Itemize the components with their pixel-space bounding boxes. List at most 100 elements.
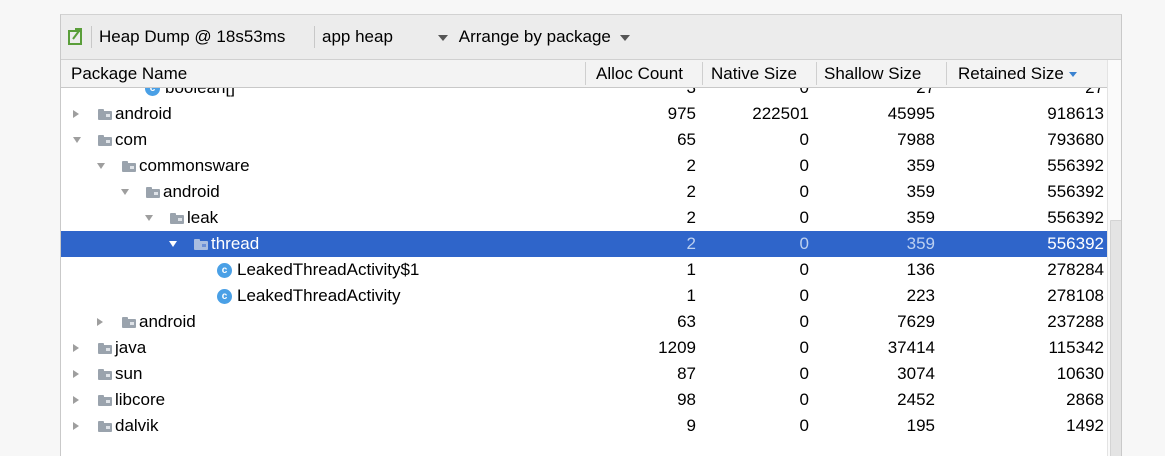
arrange-dropdown[interactable]: Arrange by package (438, 15, 630, 59)
expanded-arrow-icon[interactable] (73, 137, 81, 143)
expanded-arrow-icon[interactable] (121, 189, 129, 195)
node-name: com (115, 130, 148, 149)
alloc-count-cell: 63 (677, 312, 696, 331)
native-size-cell: 0 (799, 364, 809, 383)
table-row[interactable]: com 65 0 7988 793680 (61, 127, 1107, 153)
alloc-count-cell: 65 (677, 130, 696, 149)
alloc-count-cell: 9 (686, 416, 696, 435)
node-name: sun (115, 364, 143, 383)
node-name: dalvik (115, 416, 159, 435)
alloc-count-cell: 98 (677, 390, 696, 409)
native-size-cell: 0 (721, 88, 809, 101)
heap-selector[interactable]: app heap (322, 15, 393, 59)
retained-size-cell: 115342 (1048, 338, 1104, 357)
table-row[interactable]: dalvik 9 0 195 1492 (61, 413, 1107, 439)
shallow-size-cell: 45995 (887, 104, 935, 123)
node-name: LeakedThreadActivity$1 (237, 260, 420, 279)
node-name: java (115, 338, 147, 357)
alloc-count-cell: 2 (686, 182, 696, 201)
native-size-cell: 0 (799, 130, 809, 149)
heap-dump-panel: Heap Dump @ 18s53ms app heap Arrange by … (60, 14, 1122, 456)
heap-dump-label: Heap Dump @ 18s53ms (99, 27, 286, 46)
native-size-cell: 0 (799, 182, 809, 201)
table-row[interactable]: c LeakedThreadActivity 1 0 223 278108 (61, 283, 1107, 309)
class-icon: c (217, 289, 232, 304)
alloc-count-cell: 975 (667, 104, 696, 123)
package-icon (98, 369, 112, 380)
table-row[interactable]: android 2 0 359 556392 (61, 179, 1107, 205)
alloc-count-cell: 87 (677, 364, 696, 383)
column-native-size[interactable]: Native Size (711, 60, 797, 87)
node-name: commonsware (139, 156, 250, 175)
alloc-count-cell: 1 (686, 286, 696, 305)
column-alloc-count[interactable]: Alloc Count (596, 60, 683, 87)
alloc-count-cell: 2 (686, 234, 696, 253)
shallow-size-cell: 3074 (897, 364, 935, 383)
table-row[interactable]: commonsware 2 0 359 556392 (61, 153, 1107, 179)
retained-size-cell: 556392 (1047, 208, 1104, 227)
table-row[interactable]: libcore 98 0 2452 2868 (61, 387, 1107, 413)
retained-size-cell: 1492 (1066, 416, 1104, 435)
collapsed-arrow-icon[interactable] (73, 370, 79, 378)
package-tree: cboolean[]302727android97522250145995918… (61, 88, 1107, 456)
shallow-size-cell: 223 (906, 286, 935, 305)
native-size-cell: 0 (799, 156, 809, 175)
retained-size-cell: 278108 (1047, 286, 1104, 305)
collapsed-arrow-icon[interactable] (73, 344, 79, 352)
shallow-size-cell: 136 (906, 260, 935, 279)
toolbar: Heap Dump @ 18s53ms app heap Arrange by … (61, 15, 1121, 60)
arrange-label: Arrange by package (458, 27, 611, 46)
native-size-cell: 0 (799, 390, 809, 409)
collapsed-arrow-icon[interactable] (73, 422, 79, 430)
table-row[interactable]: sun 87 0 3074 10630 (61, 361, 1107, 387)
column-retained-size[interactable]: Retained Size (958, 60, 1077, 87)
retained-size-label: Retained Size (958, 64, 1064, 83)
column-package-name[interactable]: Package Name (71, 60, 187, 87)
retained-size-cell: 556392 (1047, 182, 1104, 201)
table-row[interactable]: c LeakedThreadActivity$1 1 0 136 278284 (61, 257, 1107, 283)
column-shallow-size[interactable]: Shallow Size (824, 60, 921, 87)
node-name: android (163, 182, 220, 201)
node-name: android (115, 104, 172, 123)
alloc-count-cell: 1209 (658, 338, 696, 357)
retained-size-cell: 918613 (1047, 104, 1104, 123)
native-size-cell: 222501 (752, 104, 809, 123)
collapsed-arrow-icon[interactable] (73, 396, 79, 404)
package-icon (122, 161, 136, 172)
native-size-cell: 0 (799, 338, 809, 357)
package-icon (170, 213, 184, 224)
table-row[interactable]: thread 2 0 359 556392 (61, 231, 1107, 257)
table-row[interactable]: android 63 0 7629 237288 (61, 309, 1107, 335)
collapsed-arrow-icon[interactable] (97, 318, 103, 326)
export-icon[interactable] (68, 27, 84, 45)
alloc-count-cell: 1 (686, 260, 696, 279)
node-name: thread (211, 234, 260, 253)
retained-size-cell: 27 (941, 88, 1104, 101)
scrollbar-thumb[interactable] (1110, 220, 1121, 456)
table-row[interactable]: leak 2 0 359 556392 (61, 205, 1107, 231)
table-row[interactable]: c boolean[] 3 0 27 27 (61, 88, 1107, 101)
node-name: leak (187, 208, 219, 227)
retained-size-cell: 278284 (1047, 260, 1104, 279)
retained-size-cell: 2868 (1066, 390, 1104, 409)
retained-size-cell: 556392 (1047, 234, 1104, 253)
shallow-size-cell: 195 (906, 416, 935, 435)
package-icon (98, 135, 112, 146)
shallow-size-cell: 359 (906, 208, 935, 227)
native-size-cell: 0 (799, 286, 809, 305)
native-size-cell: 0 (799, 260, 809, 279)
node-name: boolean[] (165, 88, 235, 101)
chevron-down-icon (619, 34, 630, 41)
chevron-down-icon (438, 34, 448, 41)
node-name: libcore (115, 390, 166, 409)
expanded-arrow-icon[interactable] (97, 163, 105, 169)
collapsed-arrow-icon[interactable] (73, 110, 79, 118)
table-row[interactable]: android 975 222501 45995 918613 (61, 101, 1107, 127)
node-name: android (139, 312, 196, 331)
expanded-arrow-icon[interactable] (145, 215, 153, 221)
table-row[interactable]: java 1209 0 37414 115342 (61, 335, 1107, 361)
alloc-count-cell: 2 (686, 156, 696, 175)
column-header: Package Name Alloc Count Native Size Sha… (61, 60, 1107, 88)
expanded-arrow-icon[interactable] (169, 241, 177, 247)
shallow-size-cell: 7629 (897, 312, 935, 331)
